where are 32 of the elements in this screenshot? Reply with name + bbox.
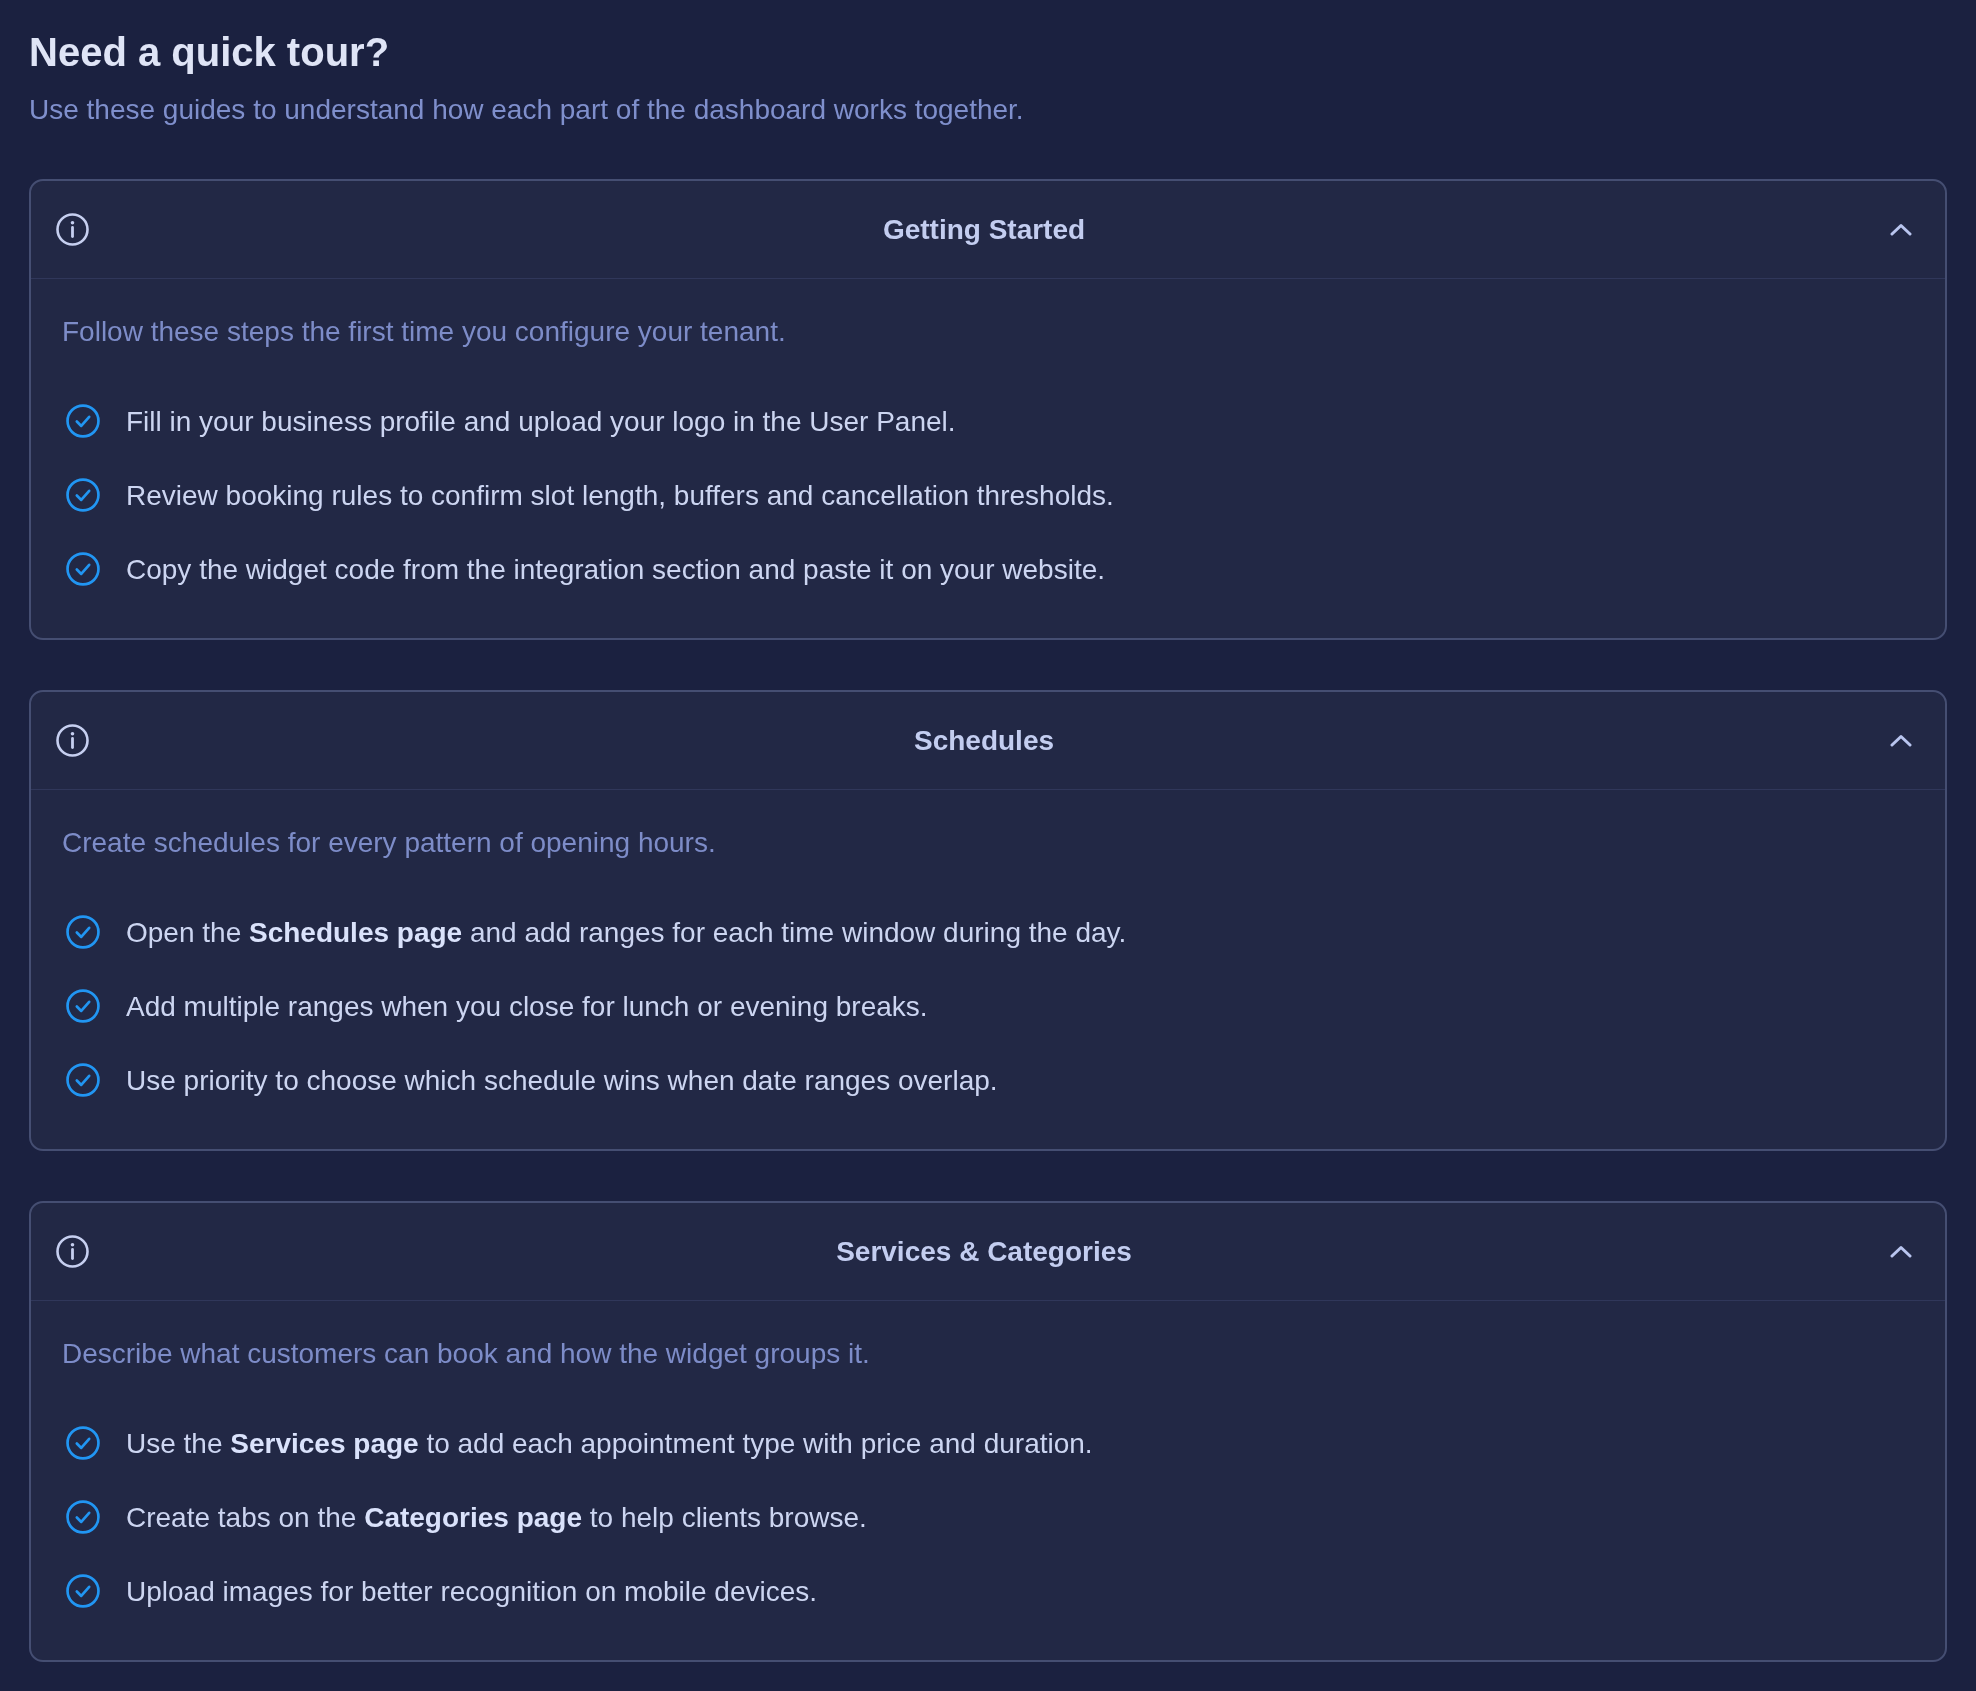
page-title: Need a quick tour?	[29, 29, 390, 76]
check-circle-icon	[66, 478, 100, 512]
section-title[interactable]: Schedules	[913, 724, 1055, 757]
check-circle-icon	[66, 1063, 100, 1097]
step-text: Copy the widget code from the integration section and paste it on your website.	[126, 552, 1105, 586]
step-text: Open the Schedules page and add ranges for each time window during the day.	[126, 915, 1127, 949]
info-icon	[56, 213, 89, 246]
check-circle-icon	[66, 1574, 100, 1608]
section-title[interactable]: Getting Started	[882, 213, 1086, 246]
check-circle-icon	[66, 1500, 100, 1534]
check-circle-icon	[66, 552, 100, 586]
chevron-up-icon[interactable]	[1890, 1245, 1912, 1258]
check-circle-icon	[66, 1426, 100, 1460]
step-text: Upload images for better recognition on mobile devices.	[126, 1574, 818, 1608]
step-text: Use priority to choose which schedule wins when date ranges overlap.	[126, 1063, 998, 1097]
chevron-up-icon[interactable]	[1890, 223, 1912, 236]
section-title[interactable]: Services & Categories	[836, 1235, 1132, 1268]
page-subtitle: Use these guides to understand how each part of the dashboard works together.	[29, 94, 1024, 126]
info-icon	[56, 724, 89, 757]
check-circle-icon	[66, 404, 100, 438]
step-text: Use the Services page to add each appointment type with price and duration.	[126, 1426, 1093, 1460]
check-circle-icon	[66, 915, 100, 949]
section-description: Create schedules for every pattern of opening hours.	[62, 826, 717, 859]
section-description: Follow these steps the first time you configure your tenant.	[62, 315, 787, 348]
info-icon	[56, 1235, 89, 1268]
step-text: Create tabs on the Categories page to help clients browse.	[126, 1500, 867, 1534]
chevron-up-icon[interactable]	[1890, 734, 1912, 747]
step-text: Review booking rules to confirm slot length, buffers and cancellation thresholds.	[126, 478, 1114, 512]
section-description: Describe what customers can book and how the widget groups it.	[62, 1337, 871, 1370]
check-circle-icon	[66, 989, 100, 1023]
step-text: Fill in your business profile and upload your logo in the User Panel.	[126, 404, 956, 438]
step-text: Add multiple ranges when you close for lunch or evening breaks.	[126, 989, 928, 1023]
